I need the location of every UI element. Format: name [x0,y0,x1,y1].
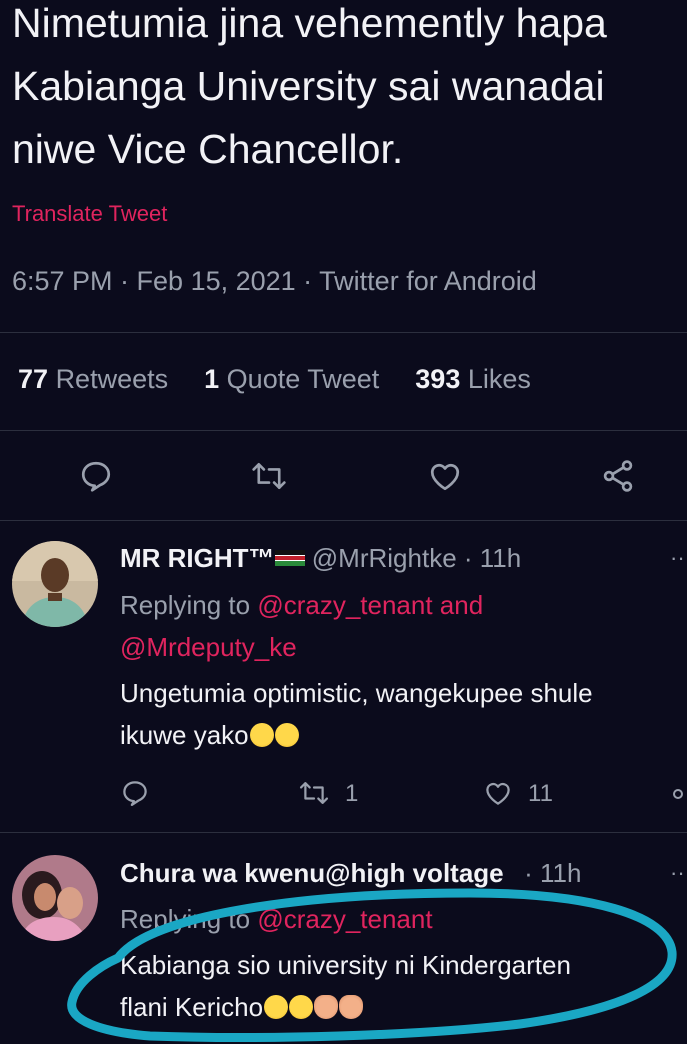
highlight-annotation [67,888,677,1042]
